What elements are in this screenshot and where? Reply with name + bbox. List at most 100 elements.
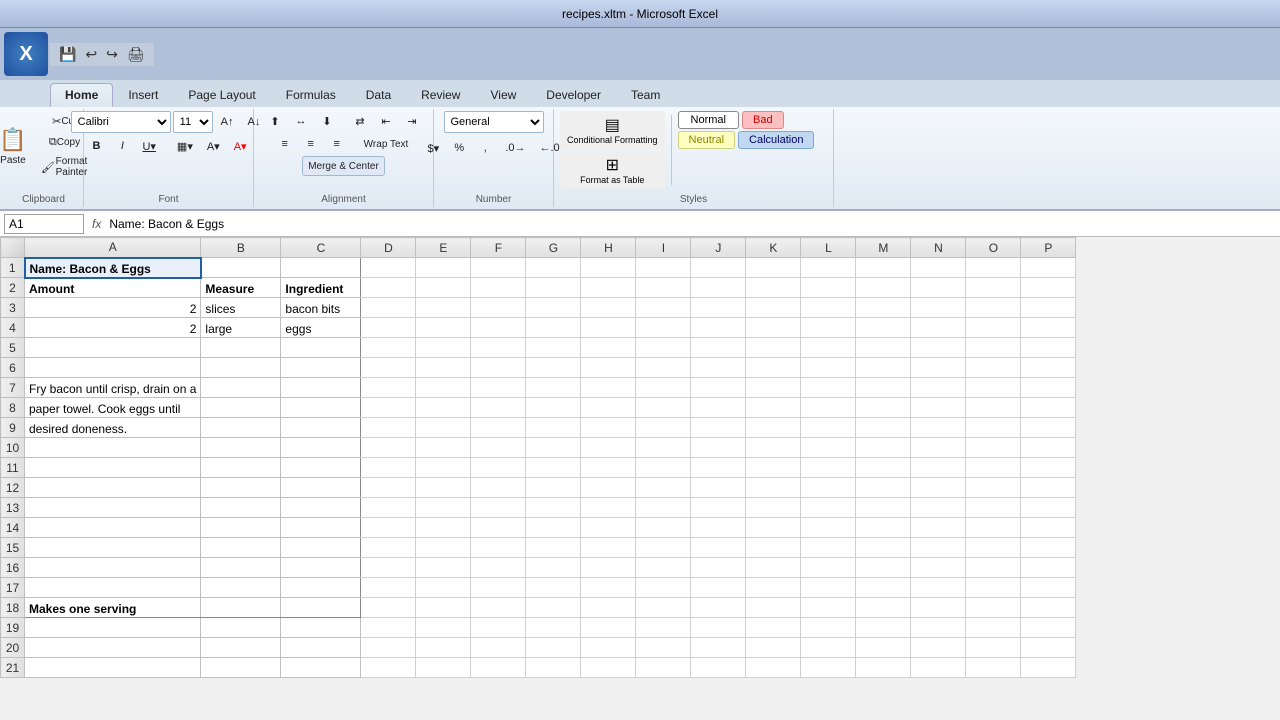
cell-N18[interactable] — [911, 598, 966, 618]
cell-B21[interactable] — [201, 658, 281, 678]
style-calculation-button[interactable]: Calculation — [738, 131, 814, 149]
row-header-20[interactable]: 20 — [1, 638, 25, 658]
cell-E13[interactable] — [416, 498, 471, 518]
cell-D15[interactable] — [361, 538, 416, 558]
cell-A3[interactable]: 2 — [25, 298, 201, 318]
style-normal-button[interactable]: Normal — [678, 111, 739, 129]
format-as-table-button[interactable]: ⊞ Format as Table — [560, 151, 665, 189]
row-header-21[interactable]: 21 — [1, 658, 25, 678]
number-format-select[interactable]: General — [444, 111, 544, 133]
cell-C18[interactable] — [281, 598, 361, 618]
cell-O7[interactable] — [966, 378, 1021, 398]
align-middle-button[interactable]: ↔ — [289, 111, 313, 131]
cell-C15[interactable] — [281, 538, 361, 558]
cell-O11[interactable] — [966, 458, 1021, 478]
cell-I6[interactable] — [636, 358, 691, 378]
cell-J9[interactable] — [691, 418, 746, 438]
cell-A10[interactable] — [25, 438, 201, 458]
cell-O18[interactable] — [966, 598, 1021, 618]
row-header-14[interactable]: 14 — [1, 518, 25, 538]
cell-M9[interactable] — [856, 418, 911, 438]
cell-L15[interactable] — [801, 538, 856, 558]
cell-P10[interactable] — [1021, 438, 1076, 458]
cell-L16[interactable] — [801, 558, 856, 578]
style-neutral-button[interactable]: Neutral — [678, 131, 735, 149]
cell-D13[interactable] — [361, 498, 416, 518]
cell-C10[interactable] — [281, 438, 361, 458]
cell-I12[interactable] — [636, 478, 691, 498]
cell-K21[interactable] — [746, 658, 801, 678]
cell-B6[interactable] — [201, 358, 281, 378]
cell-G7[interactable] — [526, 378, 581, 398]
cell-M16[interactable] — [856, 558, 911, 578]
cell-C21[interactable] — [281, 658, 361, 678]
cell-A12[interactable] — [25, 478, 201, 498]
cell-H18[interactable] — [581, 598, 636, 618]
cell-H16[interactable] — [581, 558, 636, 578]
cell-J1[interactable] — [691, 258, 746, 278]
cell-E6[interactable] — [416, 358, 471, 378]
row-header-11[interactable]: 11 — [1, 458, 25, 478]
cell-E8[interactable] — [416, 398, 471, 418]
cell-P16[interactable] — [1021, 558, 1076, 578]
cell-M3[interactable] — [856, 298, 911, 318]
cell-N7[interactable] — [911, 378, 966, 398]
cell-L1[interactable] — [801, 258, 856, 278]
cell-F6[interactable] — [471, 358, 526, 378]
cell-N16[interactable] — [911, 558, 966, 578]
cell-H10[interactable] — [581, 438, 636, 458]
cell-J12[interactable] — [691, 478, 746, 498]
cell-F8[interactable] — [471, 398, 526, 418]
cell-L9[interactable] — [801, 418, 856, 438]
cell-B4[interactable]: large — [201, 318, 281, 338]
cell-O8[interactable] — [966, 398, 1021, 418]
cell-J4[interactable] — [691, 318, 746, 338]
cell-D17[interactable] — [361, 578, 416, 598]
cell-C19[interactable] — [281, 618, 361, 638]
cell-A11[interactable] — [25, 458, 201, 478]
cell-G12[interactable] — [526, 478, 581, 498]
cell-G20[interactable] — [526, 638, 581, 658]
cell-K11[interactable] — [746, 458, 801, 478]
col-header-a[interactable]: A — [25, 238, 201, 258]
cell-N21[interactable] — [911, 658, 966, 678]
cell-B11[interactable] — [201, 458, 281, 478]
cell-O12[interactable] — [966, 478, 1021, 498]
cell-M5[interactable] — [856, 338, 911, 358]
cell-K9[interactable] — [746, 418, 801, 438]
cell-C13[interactable] — [281, 498, 361, 518]
cell-H3[interactable] — [581, 298, 636, 318]
cell-G19[interactable] — [526, 618, 581, 638]
cell-C20[interactable] — [281, 638, 361, 658]
cell-L3[interactable] — [801, 298, 856, 318]
cell-O2[interactable] — [966, 278, 1021, 298]
cell-B14[interactable] — [201, 518, 281, 538]
font-size-select[interactable]: 11 — [173, 111, 213, 133]
cell-M13[interactable] — [856, 498, 911, 518]
cell-E15[interactable] — [416, 538, 471, 558]
cell-L21[interactable] — [801, 658, 856, 678]
cell-L18[interactable] — [801, 598, 856, 618]
cell-C5[interactable] — [281, 338, 361, 358]
cell-K2[interactable] — [746, 278, 801, 298]
tab-data[interactable]: Data — [351, 83, 406, 107]
cell-N12[interactable] — [911, 478, 966, 498]
cell-P3[interactable] — [1021, 298, 1076, 318]
cell-G14[interactable] — [526, 518, 581, 538]
italic-button[interactable]: I — [110, 136, 134, 156]
col-header-b[interactable]: B — [201, 238, 281, 258]
cell-K8[interactable] — [746, 398, 801, 418]
cell-I21[interactable] — [636, 658, 691, 678]
cell-B3[interactable]: slices — [201, 298, 281, 318]
cell-B16[interactable] — [201, 558, 281, 578]
cell-M7[interactable] — [856, 378, 911, 398]
cell-E4[interactable] — [416, 318, 471, 338]
cell-F18[interactable] — [471, 598, 526, 618]
cell-F14[interactable] — [471, 518, 526, 538]
cell-A17[interactable] — [25, 578, 201, 598]
cell-K16[interactable] — [746, 558, 801, 578]
cell-K18[interactable] — [746, 598, 801, 618]
cell-P12[interactable] — [1021, 478, 1076, 498]
cell-J19[interactable] — [691, 618, 746, 638]
cell-N14[interactable] — [911, 518, 966, 538]
